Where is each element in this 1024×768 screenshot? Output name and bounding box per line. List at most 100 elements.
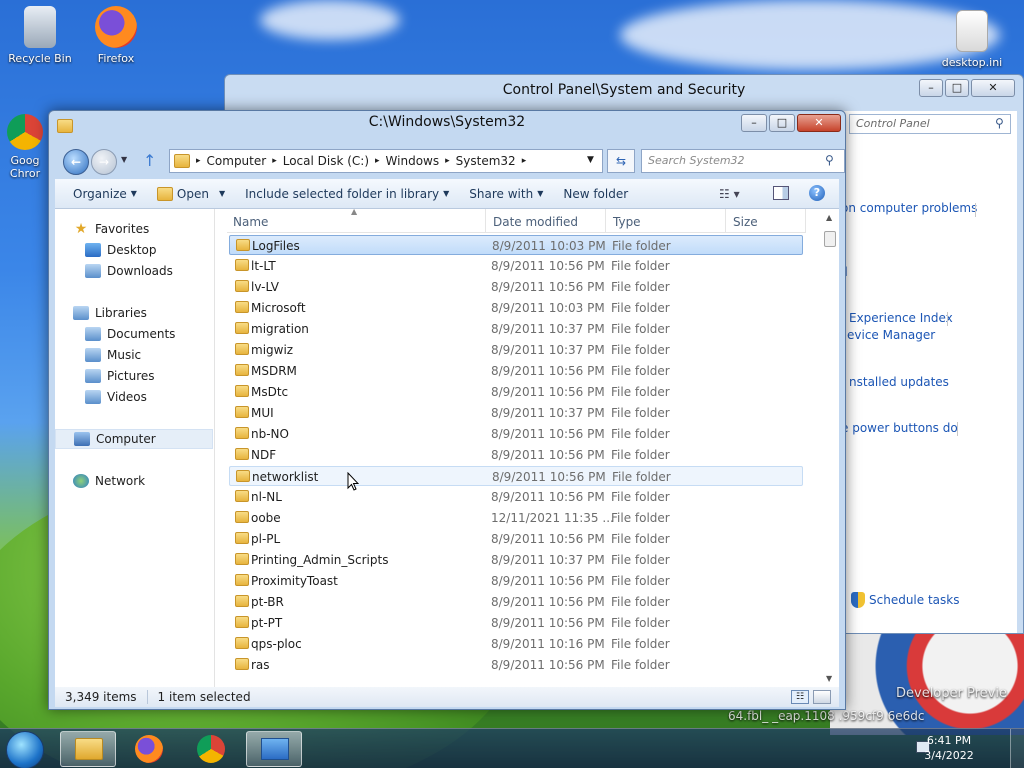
open-button[interactable]: Open ▼ bbox=[147, 186, 235, 201]
desktop-icon-recycle-bin[interactable]: Recycle Bin bbox=[2, 6, 78, 65]
column-divider[interactable] bbox=[725, 209, 726, 233]
column-header-date[interactable]: Date modified bbox=[493, 215, 578, 229]
table-row[interactable]: LogFiles 8/9/2011 10:03 PM File folder bbox=[229, 235, 803, 255]
file-name: lv-LV bbox=[251, 280, 280, 294]
help-icon[interactable]: ? bbox=[809, 185, 825, 201]
cp-link-experience-index[interactable]: Experience Index bbox=[849, 311, 953, 325]
table-row[interactable]: MUI 8/9/2011 10:37 PM File folder bbox=[229, 403, 803, 423]
table-row[interactable]: qps-ploc 8/9/2011 10:16 PM File folder bbox=[229, 634, 803, 654]
close-button[interactable]: ✕ bbox=[971, 79, 1015, 97]
refresh-icon[interactable]: ⇆ bbox=[607, 149, 635, 173]
table-row[interactable]: networklist 8/9/2011 10:56 PM File folder bbox=[229, 466, 803, 486]
include-in-library-button[interactable]: Include selected folder in library ▼ bbox=[235, 187, 459, 201]
table-row[interactable]: Printing_Admin_Scripts 8/9/2011 10:37 PM F… bbox=[229, 550, 803, 570]
back-button[interactable]: ← bbox=[63, 149, 89, 175]
table-row[interactable]: lv-LV 8/9/2011 10:56 PM File folder bbox=[229, 277, 803, 297]
column-divider[interactable] bbox=[605, 209, 606, 233]
table-row[interactable]: MsDtc 8/9/2011 10:56 PM File folder bbox=[229, 382, 803, 402]
forward-button[interactable]: → bbox=[91, 149, 117, 175]
nav-downloads[interactable]: Downloads bbox=[55, 261, 213, 281]
minimize-button[interactable]: – bbox=[919, 79, 943, 97]
control-panel-search-input[interactable]: Control Panel bbox=[849, 114, 1011, 134]
view-options-icon[interactable]: ☷ ▾ bbox=[719, 187, 740, 201]
desktop-icon-desktop-ini[interactable]: desktop.ini bbox=[934, 10, 1010, 69]
table-row[interactable]: pl-PL 8/9/2011 10:56 PM File folder bbox=[229, 529, 803, 549]
maximize-button[interactable]: □ bbox=[769, 114, 795, 132]
new-folder-button[interactable]: New folder bbox=[553, 187, 638, 201]
organize-button[interactable]: Organize ▼ bbox=[55, 187, 147, 201]
table-row[interactable]: pt-PT 8/9/2011 10:56 PM File folder bbox=[229, 613, 803, 633]
recent-pages-chevron-icon[interactable]: ▼ bbox=[121, 155, 127, 164]
address-dropdown-icon[interactable]: ▼ bbox=[587, 155, 594, 165]
table-row[interactable]: migwiz 8/9/2011 10:37 PM File folder bbox=[229, 340, 803, 360]
column-header-name[interactable]: Name bbox=[233, 215, 268, 229]
nav-desktop[interactable]: Desktop bbox=[55, 240, 213, 260]
cp-link-schedule-tasks[interactable]: Schedule tasks bbox=[869, 593, 959, 607]
table-row[interactable]: Microsoft 8/9/2011 10:03 PM File folder bbox=[229, 298, 803, 318]
table-row[interactable]: ProximityToast 8/9/2011 10:56 PM File fold… bbox=[229, 571, 803, 591]
column-divider[interactable] bbox=[805, 209, 806, 233]
table-row[interactable]: ras 8/9/2011 10:56 PM File folder bbox=[229, 655, 803, 675]
nav-music[interactable]: Music bbox=[55, 345, 213, 365]
chevron-right-icon[interactable]: ▸ bbox=[272, 156, 277, 166]
preview-pane-icon[interactable] bbox=[773, 186, 789, 200]
column-divider[interactable] bbox=[485, 209, 486, 233]
table-row[interactable]: pt-BR 8/9/2011 10:56 PM File folder bbox=[229, 592, 803, 612]
nav-videos[interactable]: Videos bbox=[55, 387, 213, 407]
breadcrumb-computer[interactable]: Computer bbox=[207, 154, 267, 168]
nav-pictures[interactable]: Pictures bbox=[55, 366, 213, 386]
column-header-size[interactable]: Size bbox=[733, 215, 758, 229]
scroll-down-arrow-icon[interactable]: ▼ bbox=[826, 674, 832, 683]
scroll-up-arrow-icon[interactable]: ▲ bbox=[826, 213, 832, 222]
taskbar-app-chrome[interactable] bbox=[184, 731, 240, 767]
search-input[interactable]: Search System32 bbox=[641, 149, 845, 173]
table-row[interactable]: oobe 12/11/2021 11:35 ... File folder bbox=[229, 508, 803, 528]
cp-link-power-buttons[interactable]: e power buttons do bbox=[841, 421, 958, 435]
scrollbar-thumb[interactable] bbox=[824, 231, 836, 247]
taskbar-app-firefox[interactable] bbox=[122, 731, 178, 767]
column-header-type[interactable]: Type bbox=[613, 215, 641, 229]
search-icon[interactable]: ⚲ bbox=[995, 116, 1004, 130]
window-title: C:\Windows\System32 bbox=[368, 114, 526, 130]
breadcrumb-local-disk[interactable]: Local Disk (C:) bbox=[283, 154, 369, 168]
mouse-cursor-icon bbox=[347, 471, 360, 491]
nav-favorites[interactable]: ★ Favorites bbox=[55, 219, 213, 239]
nav-network[interactable]: Network bbox=[55, 471, 213, 491]
table-row[interactable]: NDF 8/9/2011 10:56 PM File folder bbox=[229, 445, 803, 465]
cp-link-installed-updates[interactable]: nstalled updates bbox=[849, 375, 949, 389]
nav-computer[interactable]: Computer bbox=[55, 429, 213, 449]
table-row[interactable]: nl-NL 8/9/2011 10:56 PM File folder bbox=[229, 487, 803, 507]
large-icons-view-icon[interactable] bbox=[813, 690, 831, 704]
cp-link-troubleshoot[interactable]: on computer problems bbox=[841, 201, 977, 215]
search-icon[interactable]: ⚲ bbox=[825, 153, 834, 167]
details-view-icon[interactable]: ☷ bbox=[791, 690, 809, 704]
table-row[interactable]: migration 8/9/2011 10:37 PM File folder bbox=[229, 319, 803, 339]
cp-link-device-manager[interactable]: evice Manager bbox=[847, 328, 935, 342]
start-button[interactable] bbox=[6, 731, 44, 768]
maximize-button[interactable]: □ bbox=[945, 79, 969, 97]
explorer-window[interactable]: C:\Windows\System32 – □ ✕ ← → ▼ ↑ ▸ Comp… bbox=[48, 110, 846, 710]
table-row[interactable]: nb-NO 8/9/2011 10:56 PM File folder bbox=[229, 424, 803, 444]
table-row[interactable]: lt-LT 8/9/2011 10:56 PM File folder bbox=[229, 256, 803, 276]
close-button[interactable]: ✕ bbox=[797, 114, 841, 132]
show-desktop-button[interactable] bbox=[1010, 729, 1024, 768]
nav-libraries[interactable]: Libraries bbox=[55, 303, 213, 323]
address-bar[interactable]: ▸ Computer ▸ Local Disk (C:) ▸ Windows ▸… bbox=[169, 149, 603, 173]
share-with-button[interactable]: Share with ▼ bbox=[459, 187, 553, 201]
vertical-scrollbar[interactable]: ▲ ▼ bbox=[821, 209, 839, 687]
breadcrumb-windows[interactable]: Windows bbox=[386, 154, 440, 168]
nav-documents[interactable]: Documents bbox=[55, 324, 213, 344]
desktop-icon-chrome[interactable]: Goog Chror bbox=[2, 114, 48, 180]
desktop-icon-firefox[interactable]: Firefox bbox=[78, 6, 154, 65]
table-row[interactable]: MSDRM 8/9/2011 10:56 PM File folder bbox=[229, 361, 803, 381]
taskbar-app-file-explorer[interactable] bbox=[60, 731, 116, 767]
chevron-right-icon[interactable]: ▸ bbox=[445, 156, 450, 166]
chevron-right-icon[interactable]: ▸ bbox=[522, 156, 527, 166]
breadcrumb-system32[interactable]: System32 bbox=[456, 154, 516, 168]
taskbar-app-control-panel[interactable] bbox=[246, 731, 302, 767]
chevron-right-icon[interactable]: ▸ bbox=[375, 156, 380, 166]
clock[interactable]: 6:41 PM 3/4/2022 bbox=[914, 733, 984, 763]
minimize-button[interactable]: – bbox=[741, 114, 767, 132]
up-arrow-icon[interactable]: ↑ bbox=[143, 151, 156, 170]
pictures-icon bbox=[85, 369, 101, 383]
